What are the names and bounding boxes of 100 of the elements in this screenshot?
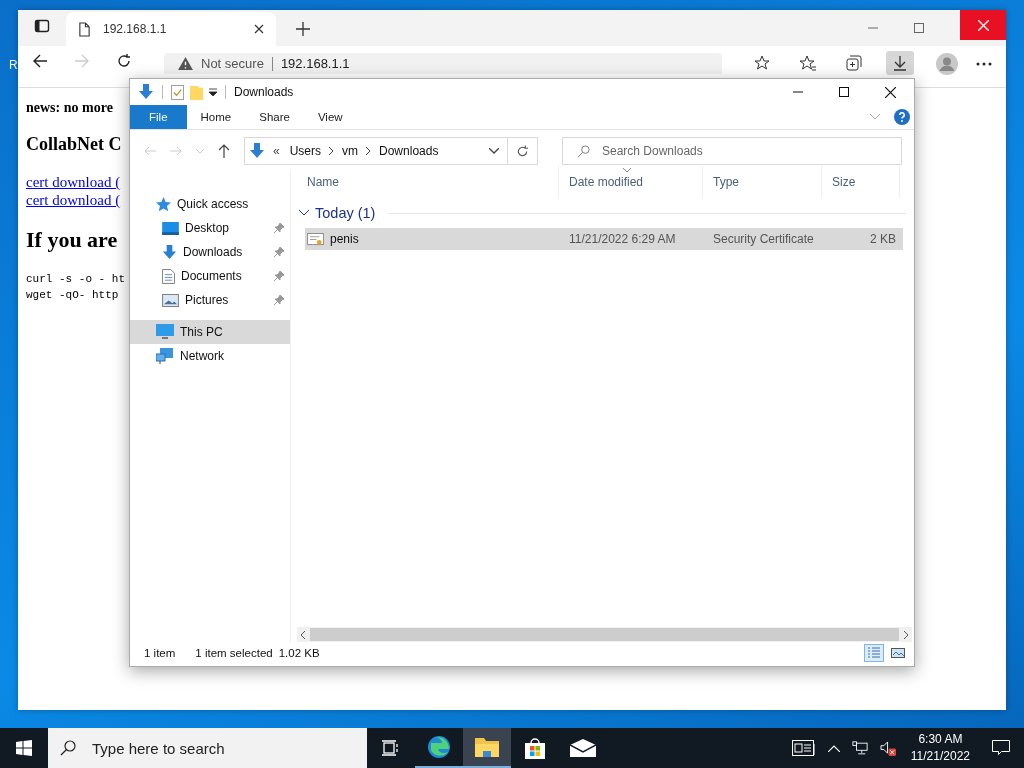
clock-time[interactable]: 6:30 AM [918,731,963,748]
address-bar[interactable]: « Users vm Downloads [244,137,538,165]
search-icon [577,144,590,158]
column-header[interactable]: Name [297,166,559,198]
muted-speaker-icon[interactable] [879,740,897,756]
collections-icon [846,55,862,71]
news-icon[interactable] [791,740,816,756]
new-tab-icon[interactable] [296,22,310,36]
pin-icon[interactable] [274,295,284,305]
chevron-icon[interactable] [329,147,335,155]
nav-item[interactable]: Pictures [130,288,290,312]
file-row[interactable]: penis 11/21/2022 6:29 AM Security Certificate 2 KB [305,228,903,250]
nav-item[interactable]: Documents [130,264,290,288]
help-icon[interactable] [894,109,910,125]
start-icon[interactable] [16,740,32,756]
refresh-icon[interactable] [116,53,132,69]
address-bar[interactable]: Not secure 192.168.1.1 [164,53,722,74]
taskbar-search-field[interactable]: Type here to search [90,738,367,758]
ribbon-tab[interactable]: View [303,105,357,129]
selection-size: 1.02 KB [278,647,320,659]
size-cell-text: 2 KB [869,232,897,246]
chevron-icon[interactable] [366,147,372,155]
store-icon [524,737,546,759]
network-icon [156,348,174,364]
close-icon [977,19,989,31]
column-header[interactable]: Type [703,166,822,198]
scroll-right-icon[interactable] [903,630,908,639]
file-name: penis [330,232,359,246]
nav-item[interactable]: This PC [130,320,290,344]
star-icon [156,196,171,212]
column-header[interactable]: Size [822,166,900,198]
warning-icon [178,57,193,70]
column-header[interactable]: Date modified [559,166,703,198]
nav-item[interactable]: Downloads [130,240,290,264]
breadcrumb-item[interactable]: Users [289,144,322,158]
folder-icon [475,737,499,757]
search-field[interactable]: Search Downloads [600,143,901,159]
item-count: 1 item [144,647,176,659]
download-icon [892,55,908,71]
security-label[interactable]: Not secure [201,56,264,71]
notifications-icon[interactable] [992,740,1010,756]
pin-icon[interactable] [274,271,284,281]
desktop-icon-label[interactable]: R [9,58,18,72]
profile-icon[interactable] [936,53,958,75]
horizontal-scrollbar[interactable] [297,627,912,642]
chevron-up-icon[interactable] [827,744,840,752]
ribbon-tab[interactable]: Home [186,105,246,129]
download-arrow-icon [162,244,177,260]
downloads-button[interactable] [886,51,914,75]
ribbon-tab[interactable]: Share [245,105,304,129]
code-line: wget -qO- http [26,288,119,303]
window-title: Downloads [234,85,294,99]
date-cell-text: 11/21/2022 6:29 AM [568,232,677,246]
properties-icon[interactable] [171,84,184,100]
up-icon[interactable] [218,144,230,158]
star-plus-icon [754,55,770,71]
clock-date[interactable]: 11/21/2022 [910,748,970,765]
task-view-icon [382,740,400,756]
type-cell-text: Security Certificate [712,232,815,246]
browser-tab[interactable]: 192.168.1.1 [66,12,276,46]
pin-icon[interactable] [274,223,284,233]
nav-item[interactable]: Network [130,344,290,368]
download-arrow-icon [249,143,265,159]
download-arrow-icon[interactable] [138,84,154,100]
close-icon[interactable] [885,86,896,98]
breadcrumb-item[interactable]: vm [342,144,359,158]
pin-icon[interactable] [274,247,284,257]
nav-item[interactable]: Quick access [130,192,290,216]
collapse-icon[interactable] [299,210,309,216]
folder-taskbar-button[interactable] [463,728,511,768]
breadcrumb-item[interactable]: Downloads [379,144,439,158]
page-heading: If you are [26,227,118,253]
search-icon [60,740,76,756]
refresh-icon[interactable] [516,144,529,158]
more-icon[interactable] [976,62,992,66]
desktop-icon [162,221,179,235]
network-icon[interactable] [851,740,868,756]
star-list-icon [800,55,816,71]
page-heading: CollabNet C [26,134,122,155]
nav-item[interactable]: Desktop [130,216,290,240]
selection-info: 1 item selected [195,647,273,659]
dropdown-icon[interactable] [489,148,499,154]
picture-frame-icon [891,647,905,659]
group-header[interactable]: Today (1) [315,205,376,221]
close-icon[interactable] [254,24,264,34]
download-link[interactable]: cert download ( [26,173,121,191]
document-icon [162,268,175,284]
taskbar-search-box[interactable]: Type here to search [48,728,367,768]
download-link[interactable]: cert download ( [26,191,121,209]
dropdown-icon[interactable] [209,88,217,96]
news-text: news: no more [26,100,113,116]
computer-icon [156,324,174,340]
pictures-icon [162,293,179,307]
maximize-icon[interactable] [839,87,849,97]
search-box[interactable]: Search Downloads [562,137,902,165]
ribbon-tab[interactable]: File [130,105,187,129]
overflow-chevron[interactable]: « [273,144,280,158]
back-icon[interactable] [32,53,48,69]
tab-actions-icon[interactable] [34,18,50,34]
scroll-left-icon[interactable] [301,630,306,639]
